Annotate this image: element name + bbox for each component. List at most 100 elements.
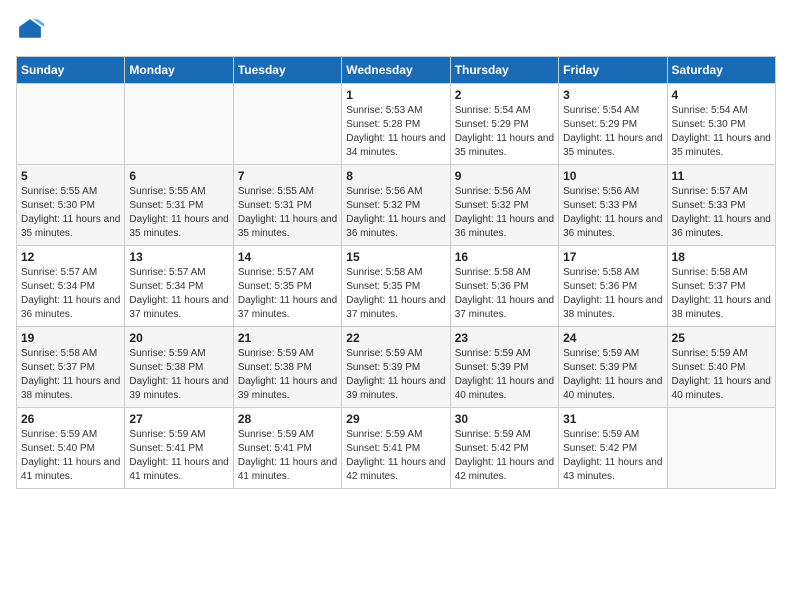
day-number: 11 [672, 169, 771, 183]
day-number: 13 [129, 250, 228, 264]
calendar-cell: 20 Sunrise: 5:59 AMSunset: 5:38 PMDayligh… [125, 327, 233, 408]
day-number: 21 [238, 331, 337, 345]
day-number: 12 [21, 250, 120, 264]
logo [16, 16, 48, 44]
calendar-cell: 11 Sunrise: 5:57 AMSunset: 5:33 PMDayligh… [667, 165, 775, 246]
day-number: 8 [346, 169, 445, 183]
calendar-week-5: 26 Sunrise: 5:59 AMSunset: 5:40 PMDayligh… [17, 408, 776, 489]
calendar-cell: 8 Sunrise: 5:56 AMSunset: 5:32 PMDaylight… [342, 165, 450, 246]
day-number: 17 [563, 250, 662, 264]
header [16, 16, 776, 44]
day-number: 15 [346, 250, 445, 264]
calendar-cell: 16Sunrise: 5:58 AMSunset: 5:36 PMDayligh… [450, 246, 558, 327]
day-number: 30 [455, 412, 554, 426]
day-info: Sunrise: 5:56 AMSunset: 5:32 PMDaylight:… [346, 185, 445, 241]
calendar-cell: 12 Sunrise: 5:57 AMSunset: 5:34 PMDayligh… [17, 246, 125, 327]
calendar-cell: 23 Sunrise: 5:59 AMSunset: 5:39 PMDayligh… [450, 327, 558, 408]
day-number: 1 [346, 88, 445, 102]
day-info: Sunrise: 5:54 AMSunset: 5:30 PMDaylight:… [672, 104, 771, 160]
calendar-cell: 18 Sunrise: 5:58 AMSunset: 5:37 PMDayligh… [667, 246, 775, 327]
calendar-header: SundayMondayTuesdayWednesdayThursdayFrid… [17, 57, 776, 84]
day-info: Sunrise: 5:59 AMSunset: 5:39 PMDaylight:… [563, 347, 662, 403]
weekday-header-monday: Monday [125, 57, 233, 84]
day-info: Sunrise: 5:57 AMSunset: 5:34 PMDaylight:… [21, 266, 120, 322]
day-info: Sunrise: 5:55 AMSunset: 5:30 PMDaylight:… [21, 185, 120, 241]
day-number: 3 [563, 88, 662, 102]
weekday-header-tuesday: Tuesday [233, 57, 341, 84]
day-number: 10 [563, 169, 662, 183]
calendar-cell: 3 Sunrise: 5:54 AMSunset: 5:29 PMDaylight… [559, 84, 667, 165]
day-info: Sunrise: 5:59 AMSunset: 5:39 PMDaylight:… [455, 347, 554, 403]
day-number: 24 [563, 331, 662, 345]
day-number: 23 [455, 331, 554, 345]
calendar-cell: 15 Sunrise: 5:58 AMSunset: 5:35 PMDayligh… [342, 246, 450, 327]
logo-icon [16, 16, 44, 44]
day-number: 9 [455, 169, 554, 183]
calendar-week-3: 12 Sunrise: 5:57 AMSunset: 5:34 PMDayligh… [17, 246, 776, 327]
day-info: Sunrise: 5:53 AMSunset: 5:28 PMDaylight:… [346, 104, 445, 160]
day-info: Sunrise: 5:57 AMSunset: 5:33 PMDaylight:… [672, 185, 771, 241]
calendar-cell: 2 Sunrise: 5:54 AMSunset: 5:29 PMDaylight… [450, 84, 558, 165]
calendar-cell: 4Sunrise: 5:54 AMSunset: 5:30 PMDaylight… [667, 84, 775, 165]
calendar-cell: 25 Sunrise: 5:59 AMSunset: 5:40 PMDayligh… [667, 327, 775, 408]
calendar-cell [233, 84, 341, 165]
day-number: 14 [238, 250, 337, 264]
day-info: Sunrise: 5:59 AMSunset: 5:40 PMDaylight:… [21, 428, 120, 484]
day-info: Sunrise: 5:56 AMSunset: 5:32 PMDaylight:… [455, 185, 554, 241]
day-info: Sunrise: 5:55 AMSunset: 5:31 PMDaylight:… [129, 185, 228, 241]
day-info: Sunrise: 5:59 AMSunset: 5:40 PMDaylight:… [672, 347, 771, 403]
calendar-cell: 13 Sunrise: 5:57 AMSunset: 5:34 PMDayligh… [125, 246, 233, 327]
calendar-week-1: 1 Sunrise: 5:53 AMSunset: 5:28 PMDaylight… [17, 84, 776, 165]
calendar-cell: 14 Sunrise: 5:57 AMSunset: 5:35 PMDayligh… [233, 246, 341, 327]
day-number: 29 [346, 412, 445, 426]
weekday-header-wednesday: Wednesday [342, 57, 450, 84]
day-number: 6 [129, 169, 228, 183]
day-info: Sunrise: 5:57 AMSunset: 5:34 PMDaylight:… [129, 266, 228, 322]
day-number: 5 [21, 169, 120, 183]
calendar-cell: 28Sunrise: 5:59 AMSunset: 5:41 PMDayligh… [233, 408, 341, 489]
calendar-cell [667, 408, 775, 489]
day-info: Sunrise: 5:59 AMSunset: 5:41 PMDaylight:… [238, 428, 337, 484]
calendar-cell [17, 84, 125, 165]
day-info: Sunrise: 5:59 AMSunset: 5:41 PMDaylight:… [346, 428, 445, 484]
weekday-header-thursday: Thursday [450, 57, 558, 84]
calendar-cell: 21 Sunrise: 5:59 AMSunset: 5:38 PMDayligh… [233, 327, 341, 408]
calendar-cell: 24 Sunrise: 5:59 AMSunset: 5:39 PMDayligh… [559, 327, 667, 408]
weekday-header-friday: Friday [559, 57, 667, 84]
calendar-cell: 29 Sunrise: 5:59 AMSunset: 5:41 PMDayligh… [342, 408, 450, 489]
calendar-cell: 7 Sunrise: 5:55 AMSunset: 5:31 PMDaylight… [233, 165, 341, 246]
day-number: 19 [21, 331, 120, 345]
day-number: 25 [672, 331, 771, 345]
calendar-cell: 19Sunrise: 5:58 AMSunset: 5:37 PMDayligh… [17, 327, 125, 408]
day-number: 18 [672, 250, 771, 264]
day-number: 2 [455, 88, 554, 102]
day-info: Sunrise: 5:56 AMSunset: 5:33 PMDaylight:… [563, 185, 662, 241]
day-info: Sunrise: 5:55 AMSunset: 5:31 PMDaylight:… [238, 185, 337, 241]
calendar-cell: 6 Sunrise: 5:55 AMSunset: 5:31 PMDaylight… [125, 165, 233, 246]
calendar-cell: 31Sunrise: 5:59 AMSunset: 5:42 PMDayligh… [559, 408, 667, 489]
calendar-body: 1 Sunrise: 5:53 AMSunset: 5:28 PMDaylight… [17, 84, 776, 489]
calendar-week-2: 5 Sunrise: 5:55 AMSunset: 5:30 PMDaylight… [17, 165, 776, 246]
day-number: 7 [238, 169, 337, 183]
weekday-header-row: SundayMondayTuesdayWednesdayThursdayFrid… [17, 57, 776, 84]
day-info: Sunrise: 5:58 AMSunset: 5:36 PMDaylight:… [455, 266, 554, 322]
day-number: 20 [129, 331, 228, 345]
day-info: Sunrise: 5:59 AMSunset: 5:38 PMDaylight:… [238, 347, 337, 403]
day-info: Sunrise: 5:58 AMSunset: 5:35 PMDaylight:… [346, 266, 445, 322]
day-info: Sunrise: 5:54 AMSunset: 5:29 PMDaylight:… [455, 104, 554, 160]
day-info: Sunrise: 5:58 AMSunset: 5:36 PMDaylight:… [563, 266, 662, 322]
day-info: Sunrise: 5:57 AMSunset: 5:35 PMDaylight:… [238, 266, 337, 322]
day-number: 22 [346, 331, 445, 345]
day-info: Sunrise: 5:59 AMSunset: 5:42 PMDaylight:… [455, 428, 554, 484]
day-info: Sunrise: 5:58 AMSunset: 5:37 PMDaylight:… [672, 266, 771, 322]
calendar-cell: 30 Sunrise: 5:59 AMSunset: 5:42 PMDayligh… [450, 408, 558, 489]
day-info: Sunrise: 5:59 AMSunset: 5:38 PMDaylight:… [129, 347, 228, 403]
day-number: 27 [129, 412, 228, 426]
day-info: Sunrise: 5:54 AMSunset: 5:29 PMDaylight:… [563, 104, 662, 160]
day-info: Sunrise: 5:59 AMSunset: 5:39 PMDaylight:… [346, 347, 445, 403]
calendar-cell: 27Sunrise: 5:59 AMSunset: 5:41 PMDayligh… [125, 408, 233, 489]
calendar-cell: 26 Sunrise: 5:59 AMSunset: 5:40 PMDayligh… [17, 408, 125, 489]
calendar-cell: 17 Sunrise: 5:58 AMSunset: 5:36 PMDayligh… [559, 246, 667, 327]
calendar-week-4: 19Sunrise: 5:58 AMSunset: 5:37 PMDayligh… [17, 327, 776, 408]
day-number: 26 [21, 412, 120, 426]
